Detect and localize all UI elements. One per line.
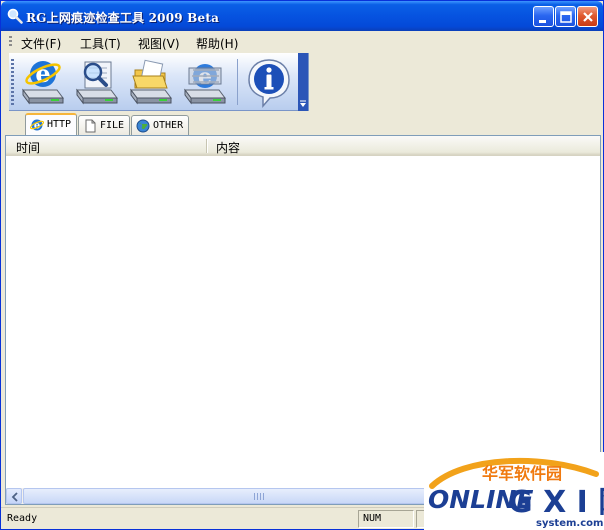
tab-file[interactable]: FILE bbox=[78, 115, 130, 135]
tab-other-label: OTHER bbox=[153, 120, 184, 131]
menu-tools[interactable]: 工具(T) bbox=[80, 35, 121, 52]
file-icon bbox=[85, 119, 96, 133]
globe-icon bbox=[136, 119, 150, 133]
toolbar-separator bbox=[237, 59, 238, 105]
close-icon bbox=[583, 12, 593, 22]
ie-icon: e bbox=[30, 119, 44, 132]
window-title: RG上网痕迹检查工具 2009 Beta bbox=[26, 11, 220, 25]
folder-drive-icon bbox=[130, 59, 172, 105]
status-text: Ready bbox=[7, 513, 38, 524]
toolbar-overflow-chevron[interactable] bbox=[298, 53, 308, 111]
list-header: 时间 内容 bbox=[6, 136, 600, 156]
scroll-thumb-grip bbox=[254, 493, 264, 500]
tab-file-label: FILE bbox=[100, 120, 125, 131]
about-button[interactable] bbox=[243, 56, 295, 108]
ie-drive-icon: e bbox=[22, 59, 64, 105]
menu-grip[interactable] bbox=[9, 36, 12, 48]
magnifier-icon bbox=[7, 8, 23, 24]
close-button[interactable] bbox=[577, 6, 598, 27]
chevron-down-icon bbox=[300, 100, 306, 107]
menu-help[interactable]: 帮助(H) bbox=[196, 35, 238, 52]
tab-other[interactable]: OTHER bbox=[131, 115, 189, 135]
network-drive-icon: e bbox=[184, 64, 226, 105]
search-drive-icon bbox=[76, 61, 118, 105]
watermark-cn-text: 华军软件园 bbox=[482, 464, 562, 483]
num-lock-label: NUM bbox=[363, 513, 382, 524]
folder-button[interactable] bbox=[125, 56, 177, 108]
num-lock-indicator: NUM bbox=[358, 510, 414, 528]
chevron-left-icon bbox=[11, 492, 18, 502]
watermark-gxi-text: G X I 网 bbox=[508, 485, 604, 520]
column-resize-handle[interactable] bbox=[206, 139, 208, 153]
column-header-content[interactable]: 内容 bbox=[216, 139, 240, 156]
scroll-thumb[interactable] bbox=[23, 488, 493, 504]
ie-history-button[interactable]: e bbox=[17, 56, 69, 108]
toolbar: e bbox=[9, 53, 309, 111]
title-bar[interactable]: RG上网痕迹检查工具 2009 Beta bbox=[1, 1, 603, 31]
tab-http[interactable]: e HTTP bbox=[25, 113, 77, 135]
menu-bar: 文件(F) 工具(T) 视图(V) 帮助(H) bbox=[1, 31, 603, 52]
minimize-icon bbox=[539, 20, 546, 23]
maximize-button[interactable] bbox=[555, 6, 576, 27]
results-list[interactable]: 时间 内容 bbox=[5, 135, 601, 505]
column-header-time[interactable]: 时间 bbox=[16, 139, 40, 156]
app-window: RG上网痕迹检查工具 2009 Beta 文件(F) 工具(T) 视图(V) 帮… bbox=[0, 0, 604, 530]
scroll-left-button[interactable] bbox=[6, 488, 22, 504]
toolbar-grip[interactable] bbox=[11, 59, 14, 105]
search-button[interactable] bbox=[71, 56, 123, 108]
maximize-icon bbox=[560, 11, 572, 23]
info-icon bbox=[248, 59, 290, 108]
menu-file[interactable]: 文件(F) bbox=[21, 35, 61, 52]
watermark-domain-text: system.com bbox=[536, 518, 603, 529]
network-button[interactable]: e bbox=[179, 56, 231, 108]
watermark-logo: 华军软件园 ONLINE G X I 网 system.com bbox=[424, 452, 604, 530]
minimize-button[interactable] bbox=[533, 6, 554, 27]
tab-strip: e HTTP FILE OTHER bbox=[5, 113, 603, 135]
watermark-graphic: 华军软件园 ONLINE G X I 网 system.com bbox=[428, 457, 604, 529]
menu-view[interactable]: 视图(V) bbox=[138, 35, 180, 52]
tab-http-label: HTTP bbox=[47, 119, 72, 130]
